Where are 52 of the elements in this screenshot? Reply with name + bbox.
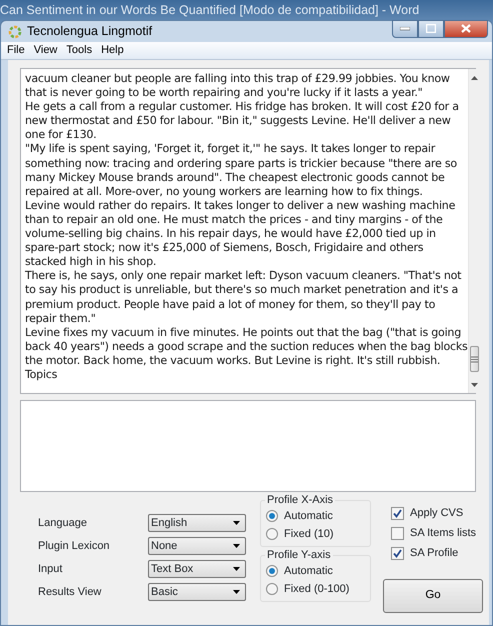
paragraph: Levine fixes my vacuum in five minutes. He points out that the bag ("that is going back 40 years") needs a good scrape and the suction reduces when the bag blocks the motor. Back home, the vacuum works. But Levine is right. It's still rubbish. [25, 326, 468, 368]
radio-button[interactable] [266, 565, 278, 577]
dropdown-caret-icon [233, 567, 240, 571]
radio-button[interactable] [266, 510, 278, 522]
background-window-title: Can Sentiment in our Words Be Quantified [Modo de compatibilidad] - Word [0, 2, 420, 19]
paragraph: Levine would rather do repairs. It takes longer to deliver a new washing machine than to repair an old one. He must match the prices - and tiny margins - of the volume-selling big chains. In his repair days, he would have £2,000 tied up in spare-part stock; now it's £25,000 of Siemens, Bosch, Frigidaire and others stacked high in his shop. [25, 198, 456, 270]
scroll-down-icon[interactable] [470, 382, 478, 386]
setting-label: Results View [38, 585, 102, 600]
scroll-up-icon[interactable] [470, 76, 478, 80]
close-icon [461, 24, 471, 33]
maximize-icon [426, 24, 436, 33]
grip-icon [470, 356, 478, 362]
paragraph: vacuum cleaner but people are falling into this trap of £29.99 jobbies. You know that is never going to be worth repairing and you're lucky if it lasts a year." [25, 72, 451, 100]
setting-label: Language [38, 516, 88, 531]
scrollbar[interactable] [468, 69, 480, 393]
minimize-button[interactable] [392, 20, 418, 38]
dropdown[interactable]: Text Box [148, 560, 246, 578]
maximize-button[interactable] [418, 20, 444, 38]
menu-item[interactable]: Help [99, 42, 131, 59]
dropdown-caret-icon [233, 521, 240, 525]
checkbox-label: SA Items lists [410, 526, 476, 541]
checkbox-label: Apply CVS [410, 506, 464, 521]
setting-label: Plugin Lexicon [38, 539, 111, 554]
menu-item[interactable]: View [32, 42, 64, 59]
paragraph: There is, he says, only one repair market left: Dyson vacuum cleaners. "That's not to say his product is unreliable, but there's so much market penetration and it's a premium product. People have paid a lot of money for them, so they'll pay to repair them." [25, 269, 462, 326]
radio-label: Automatic [284, 508, 333, 524]
scroll-thumb[interactable] [470, 346, 479, 372]
dropdown[interactable]: Basic [148, 583, 246, 601]
window-title: Tecnolengua Lingmotif [27, 23, 152, 40]
checkbox[interactable] [391, 546, 404, 560]
dropdown[interactable]: None [148, 537, 246, 555]
checkbox[interactable] [391, 526, 404, 540]
app-logo-icon [8, 24, 22, 38]
dropdown-caret-icon [233, 590, 240, 594]
radio-label: Fixed (0-100) [284, 582, 350, 597]
menu-item[interactable]: Tools [64, 42, 100, 59]
radio-button[interactable] [266, 583, 278, 595]
checkbox-label: SA Profile [410, 546, 458, 561]
dropdown-caret-icon [233, 544, 240, 548]
setting-label: Input [38, 562, 64, 577]
menu-item[interactable]: File [5, 42, 32, 59]
radio-label: Automatic [284, 564, 333, 579]
close-button[interactable] [444, 20, 488, 38]
dropdown[interactable]: English [148, 514, 246, 532]
radio-button[interactable] [266, 528, 278, 540]
paragraph: He gets a call from a regular customer. His fridge has broken. It will cost £20 for a new thermostat and £50 for labour. "Bin it," suggests Levine. He'll deliver a new one for £130. [25, 100, 460, 142]
radio-label: Fixed (10) [284, 526, 334, 542]
minimize-icon [400, 26, 410, 30]
paragraph: Topics [25, 368, 58, 382]
go-button[interactable]: Go [383, 579, 483, 613]
paragraph: "My life is spent saying, 'Forget it, forget it,'" he says. It takes longer to repair something now: tracing and ordering spare parts is trickier because "there are so many Mickey Mouse brands around". The cheapest electronic goods cannot be repaired at all. More-over, no young workers are learning how to fix things. [25, 142, 458, 199]
checkbox[interactable] [391, 506, 404, 520]
